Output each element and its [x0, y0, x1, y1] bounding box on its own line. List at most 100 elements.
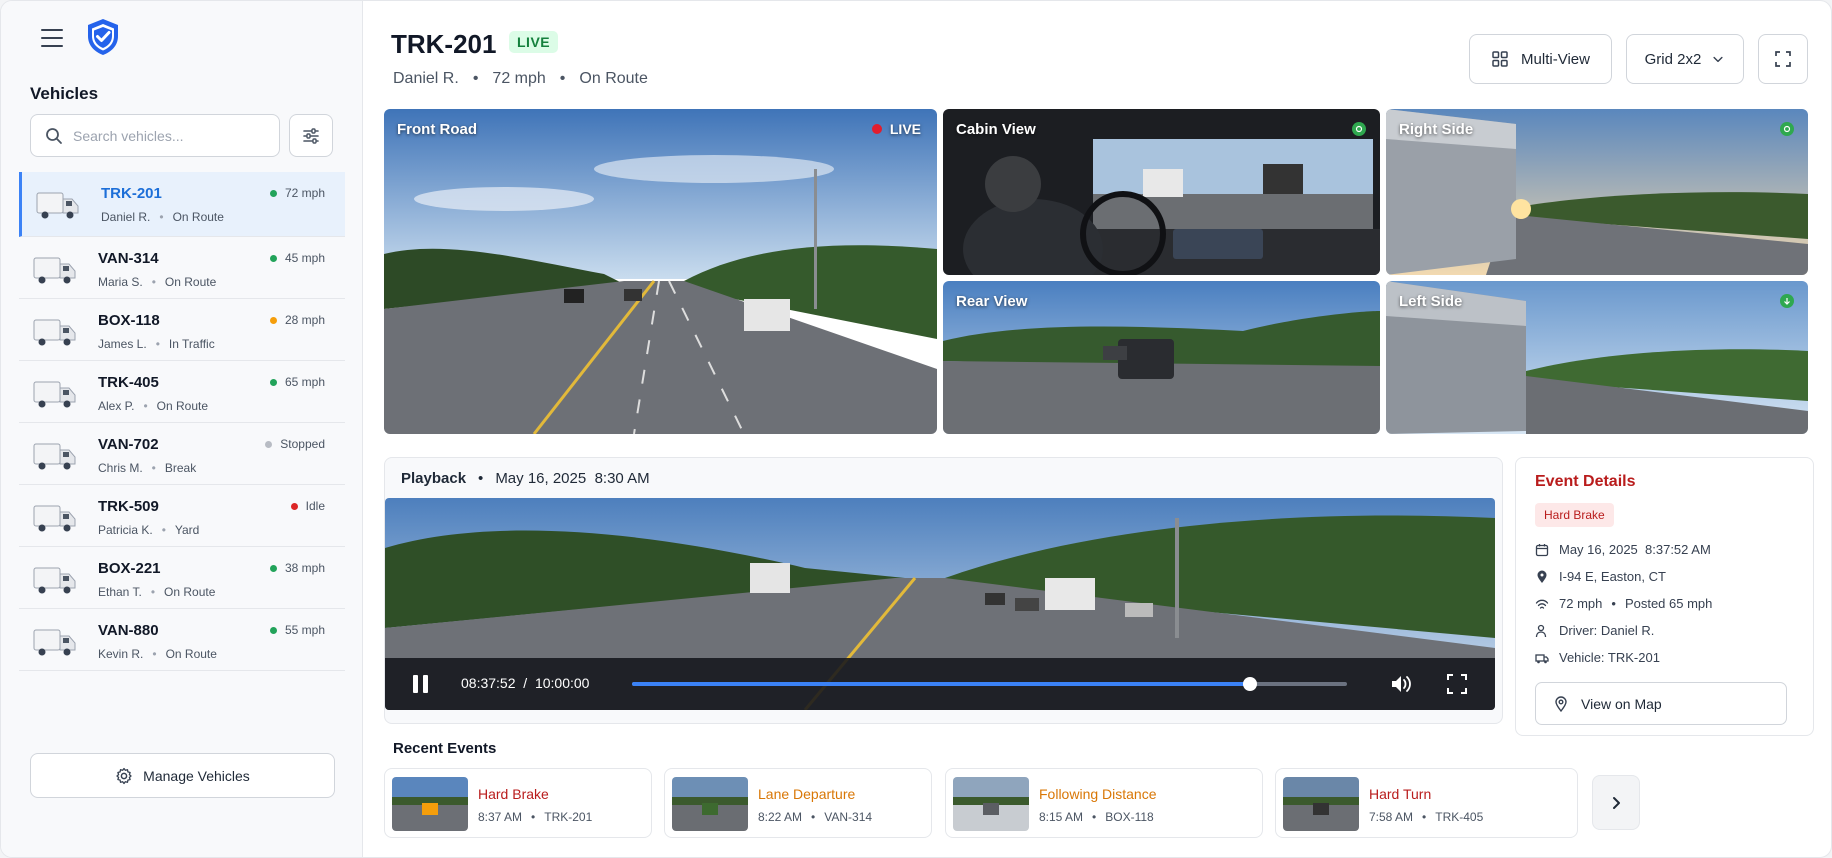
seek-bar[interactable]	[632, 677, 1347, 691]
vehicle-status-text: 38 mph	[284, 561, 325, 575]
vehicle-meta: Ethan T. • On Route	[98, 585, 216, 599]
event-vehicle: BOX-118	[1105, 810, 1154, 824]
vehicle-thumbnail-icon	[33, 502, 77, 534]
playback-controls: 08:37:52 / 10:00:00	[385, 658, 1495, 710]
vehicle-meta: Chris M. • Break	[98, 461, 197, 475]
posted-speed: Posted 65 mph	[1624, 596, 1713, 611]
event-card[interactable]: Lane Departure 8:22 AM • VAN-314	[664, 768, 932, 838]
map-pin-icon	[1555, 695, 1567, 712]
volume-icon[interactable]	[1390, 673, 1414, 695]
vehicle-status: Idle	[290, 499, 325, 513]
vehicle-list-item[interactable]: BOX-118 James L. • In Traffic 28 mph	[19, 299, 345, 361]
fullscreen-icon[interactable]	[1446, 673, 1468, 695]
vehicle-list-item[interactable]: TRK-509 Patricia K. • Yard Idle	[19, 485, 345, 547]
camera-rear-view[interactable]: Rear View	[943, 281, 1380, 434]
camera-label: Right Side	[1399, 121, 1474, 138]
event-vehicle: TRK-405	[1435, 810, 1484, 824]
event-thumbnail	[672, 777, 748, 831]
vehicle-status-text: 28 mph	[284, 313, 325, 327]
camera-right-side[interactable]: Right Side	[1386, 109, 1808, 275]
event-meta: 8:37 AM • TRK-201	[478, 810, 593, 824]
search-input[interactable]	[73, 127, 263, 144]
view-on-map-button[interactable]: View on Map	[1535, 682, 1787, 725]
camera-cabin-view[interactable]: Cabin View	[943, 109, 1380, 275]
seek-handle[interactable]	[1243, 677, 1258, 691]
vehicle-id: TRK-201	[101, 185, 162, 202]
grid-layout-select[interactable]: Grid 2x2	[1626, 34, 1744, 84]
fullscreen-button[interactable]	[1758, 34, 1808, 84]
manage-vehicles-button[interactable]: Manage Vehicles	[30, 753, 335, 798]
filter-button[interactable]	[289, 114, 333, 157]
vehicle-thumbnail-icon	[33, 626, 77, 658]
total-duration: 10:00:00	[534, 675, 590, 691]
vehicle-thumbnail-icon	[33, 564, 77, 596]
camera-front-road[interactable]: Front Road LIVE	[384, 109, 937, 434]
event-thumbnail	[953, 777, 1029, 831]
event-card[interactable]: Following Distance 8:15 AM • BOX-118	[945, 768, 1263, 838]
vehicle-list-item[interactable]: TRK-405 Alex P. • On Route 65 mph	[19, 361, 345, 423]
vehicle-title: TRK-201	[391, 29, 497, 59]
vehicle-list-item[interactable]: BOX-221 Ethan T. • On Route 38 mph	[19, 547, 345, 609]
event-location-text: I-94 E, Easton, CT	[1559, 569, 1666, 584]
status-dot-icon	[265, 440, 273, 448]
next-events-button[interactable]	[1592, 775, 1640, 830]
vehicle-driver: Alex P.	[98, 399, 135, 413]
search-icon	[46, 127, 62, 144]
vehicle-state: In Traffic	[168, 337, 215, 351]
vehicle-status-text: 72 mph	[284, 186, 325, 200]
menu-icon[interactable]	[41, 29, 63, 47]
event-card[interactable]: Hard Turn 7:58 AM • TRK-405	[1275, 768, 1578, 838]
seek-progress	[632, 682, 1251, 686]
multi-view-button[interactable]: Multi-View	[1469, 34, 1612, 84]
location-pin-icon	[1537, 570, 1547, 583]
event-vehicle: VAN-314	[824, 810, 873, 824]
vehicle-list-item[interactable]: TRK-201 Daniel R. • On Route 72 mph	[19, 172, 345, 237]
event-title: Lane Departure	[758, 786, 856, 802]
vehicle-list-item[interactable]: VAN-314 Maria S. • On Route 45 mph	[19, 237, 345, 299]
vehicle-list-item[interactable]: VAN-702 Chris M. • Break Stopped	[19, 423, 345, 485]
camera-label: Rear View	[956, 293, 1028, 310]
vehicle-thumbnail-icon	[33, 440, 77, 472]
vehicle-state: Break	[164, 461, 197, 475]
vehicle-status-text: Stopped	[280, 437, 325, 451]
vehicle-state: On Route	[164, 585, 216, 599]
pause-icon[interactable]	[410, 673, 432, 695]
event-speed-value: 72 mph	[1559, 596, 1603, 611]
playback-timecode: 08:37:52 / 10:00:00	[461, 675, 589, 691]
event-thumbnail	[392, 777, 468, 831]
event-driver-text: Driver: Daniel R.	[1559, 623, 1655, 638]
status-dot-icon	[290, 502, 298, 510]
live-dot-icon	[871, 124, 882, 134]
current-time: 08:37:52	[461, 675, 516, 691]
vehicle-speed: 72 mph	[492, 70, 546, 87]
event-title: Hard Turn	[1369, 786, 1432, 802]
vehicle-state: On Route	[172, 210, 224, 224]
vehicle-driver: Patricia K.	[98, 523, 153, 537]
camera-left-side[interactable]: Left Side	[1386, 281, 1808, 434]
vehicle-list-item[interactable]: VAN-880 Kevin R. • On Route 55 mph	[19, 609, 345, 671]
vehicle-status-text: 55 mph	[284, 623, 325, 637]
recent-events-title: Recent Events	[393, 740, 497, 757]
search-box[interactable]	[30, 114, 280, 157]
event-location: I-94 E, Easton, CT	[1535, 569, 1666, 584]
vehicle-status: 45 mph	[269, 251, 325, 265]
vehicle-state: On Route	[164, 275, 217, 289]
fleet-dashcam-app: Vehicles TRK-201 Daniel R.•On Route 72 mph…	[0, 0, 1832, 858]
vehicle-status-text: 45 mph	[284, 251, 325, 265]
vehicle-status: 55 mph	[269, 623, 325, 637]
manage-vehicles-label: Manage Vehicles	[143, 767, 250, 784]
vehicle-id: BOX-221	[98, 560, 161, 577]
chevron-down-icon	[1713, 56, 1723, 63]
vehicle-id: VAN-880	[98, 622, 159, 639]
event-card[interactable]: Hard Brake 8:37 AM • TRK-201	[384, 768, 652, 838]
event-datetime: May 16, 2025 8:37:52 AM	[1535, 542, 1711, 557]
shield-logo-icon	[88, 19, 118, 55]
vehicle-thumbnail-icon	[36, 189, 80, 221]
vehicle-id: VAN-702	[98, 436, 159, 453]
playback-video[interactable]: 08:37:52 / 10:00:00	[385, 498, 1495, 710]
grid-icon	[1492, 51, 1508, 67]
event-vehicle: Vehicle: TRK-201	[1535, 650, 1660, 665]
live-badge: LIVE	[509, 31, 559, 53]
grid-layout-label: Grid 2x2	[1644, 50, 1702, 68]
event-driver: Driver: Daniel R.	[1535, 623, 1654, 638]
